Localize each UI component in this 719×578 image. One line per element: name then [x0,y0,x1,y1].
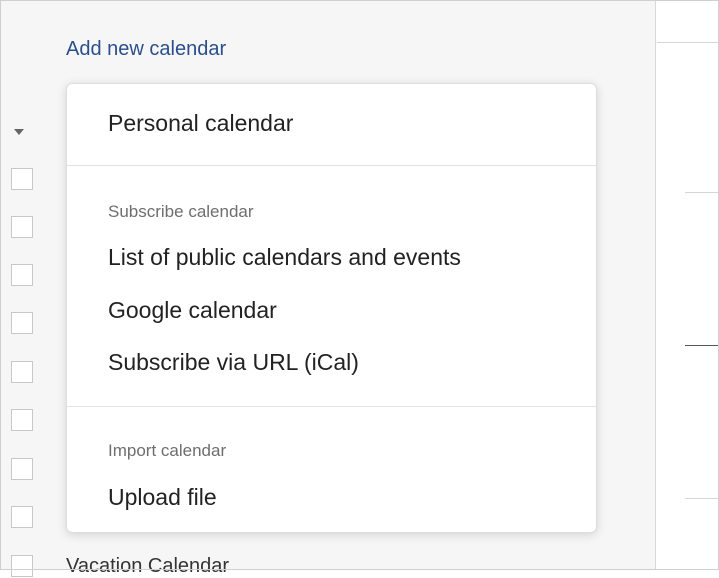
grid-line [657,42,719,43]
personal-calendar-item[interactable]: Personal calendar [108,110,293,137]
calendar-checkbox[interactable] [11,264,33,286]
calendar-checkbox[interactable] [11,555,33,577]
public-calendars-item[interactable]: List of public calendars and events [108,244,461,271]
upload-file-item[interactable]: Upload file [108,484,217,511]
calendar-checkbox[interactable] [11,168,33,190]
collapse-arrow-icon[interactable] [14,129,24,135]
subscribe-url-item[interactable]: Subscribe via URL (iCal) [108,349,359,376]
menu-divider [67,406,596,407]
add-new-calendar-link[interactable]: Add new calendar [66,38,226,61]
calendar-checkbox[interactable] [11,506,33,528]
calendar-checkbox[interactable] [11,216,33,238]
grid-line [685,498,719,499]
menu-divider [67,165,596,166]
calendar-main-area [657,0,719,570]
google-calendar-item[interactable]: Google calendar [108,297,277,324]
add-calendar-dropdown: Personal calendar Subscribe calendar Lis… [66,83,597,533]
calendar-checkbox[interactable] [11,312,33,334]
calendar-checkbox[interactable] [11,458,33,480]
subscribe-calendar-header: Subscribe calendar [108,202,254,221]
import-calendar-header: Import calendar [108,441,227,460]
grid-line [685,192,719,193]
grid-line [685,345,719,346]
vacation-calendar-label[interactable]: Vacation Calendar [66,555,229,578]
calendar-checkbox[interactable] [11,361,33,383]
calendar-checkbox[interactable] [11,409,33,431]
